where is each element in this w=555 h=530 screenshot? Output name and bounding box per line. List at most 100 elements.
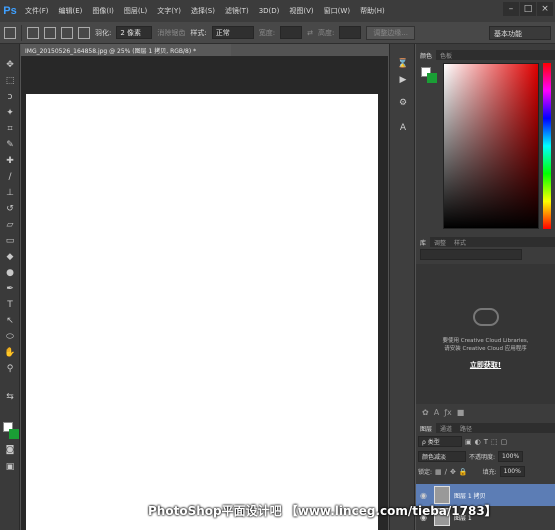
intersect-selection-icon[interactable] [78,26,90,39]
tools-panel: ✥ ⬚ ↄ ✦ ⌗ ✎ ✚ ∕ ⊥ ↺ ▱ ▭ ◆ ● ✒ T ↖ ⬭ ✋ ⚲ … [0,44,20,530]
eraser-tool-icon[interactable]: ▱ [4,220,16,231]
blend-mode-select[interactable]: 颜色减淡 [418,451,466,462]
feather-input[interactable]: 2 像素 [116,26,153,39]
layer-filter-select[interactable]: ρ 类型 [418,436,462,447]
blur-tool-icon[interactable]: ◆ [4,252,16,263]
menu-select[interactable]: 选择(S) [186,6,220,16]
menu-image[interactable]: 图像(I) [87,6,119,16]
dodge-tool-icon[interactable]: ● [4,268,16,279]
path-selection-tool-icon[interactable]: ↖ [4,316,16,327]
hand-tool-icon[interactable]: ✋ [4,348,16,359]
refine-edge-button[interactable]: 调整边缘... [366,25,415,40]
height-input[interactable] [339,26,362,39]
properties-panel-icon[interactable]: ⚙ [397,97,409,109]
layer-name: 图层 1 拷贝 [454,492,486,500]
gradient-tool-icon[interactable]: ▭ [4,236,16,247]
swap-icon[interactable]: ⇄ [307,29,313,37]
lock-image-icon[interactable]: ∕ [445,468,447,476]
character-panel-icon[interactable]: A [397,122,409,134]
tab-color[interactable]: 颜色 [416,50,437,60]
menu-window[interactable]: 窗口(W) [319,6,355,16]
add-layer-style-icon[interactable]: ƒx [444,408,452,418]
subtract-selection-icon[interactable] [61,26,73,39]
brush-tool-icon[interactable]: ∕ [4,172,16,183]
menu-layer[interactable]: 图层(L) [119,6,152,16]
type-tool-icon[interactable]: T [4,300,16,311]
actions-panel-icon[interactable]: ▶ [397,74,409,86]
creative-cloud-icon [473,308,499,326]
tab-swatches[interactable]: 色板 [436,50,456,60]
menu-type[interactable]: 文字(Y) [152,6,186,16]
add-color-icon[interactable]: ■ [457,408,465,418]
menu-view[interactable]: 视图(V) [284,6,318,16]
width-input[interactable] [280,26,303,39]
tab-libraries[interactable]: 库 [416,237,431,247]
menu-edit[interactable]: 编辑(E) [54,6,88,16]
swap-colors-icon[interactable]: ⇆ [4,392,16,403]
eyedropper-tool-icon[interactable]: ✎ [4,140,16,151]
screen-mode-icon[interactable]: ▣ [4,462,16,473]
opacity-input[interactable]: 100% [498,451,524,462]
filter-pixel-icon[interactable]: ▣ [465,438,472,446]
filter-smart-icon[interactable]: ▢ [501,438,508,446]
layers-panel-tabs: 图层 通道 路径 [416,423,555,433]
quick-mask-icon[interactable]: ◙ [4,445,16,456]
add-text-style-icon[interactable]: A [434,408,439,418]
new-selection-icon[interactable] [27,26,39,39]
antialias-checkbox[interactable]: 消除锯齿 [157,28,185,38]
marquee-tool-icon[interactable]: ⬚ [4,76,16,87]
color-picker-field[interactable] [443,63,539,229]
hue-slider[interactable] [543,63,551,229]
fill-input[interactable]: 100% [499,466,525,477]
pen-tool-icon[interactable]: ✒ [4,284,16,295]
tab-paths[interactable]: 路径 [456,423,476,433]
workspace-select[interactable]: 基本功能 [489,26,551,40]
fill-label: 填充: [482,469,497,476]
panel-background-swatch[interactable] [427,73,437,83]
tab-adjustments[interactable]: 调整 [430,237,450,247]
zoom-tool-icon[interactable]: ⚲ [4,364,16,375]
shape-tool-icon[interactable]: ⬭ [4,332,16,343]
menu-filter[interactable]: 滤镜(T) [220,6,254,16]
library-select[interactable] [420,249,522,260]
crop-tool-icon[interactable]: ⌗ [4,124,16,135]
minimize-button[interactable]: – [503,2,519,16]
filter-adjust-icon[interactable]: ◐ [475,438,481,446]
tab-channels[interactable]: 通道 [436,423,456,433]
restore-button[interactable]: □ [520,2,536,16]
magic-wand-tool-icon[interactable]: ✦ [4,108,16,119]
filter-type-icon[interactable]: T [484,438,488,446]
feather-label: 羽化: [95,28,112,37]
library-panel-body: 要使用 Creative Cloud Libraries, 请安装 Creati… [416,264,555,404]
menu-3d[interactable]: 3D(D) [254,7,285,15]
history-brush-tool-icon[interactable]: ↺ [4,204,16,215]
background-color-swatch[interactable] [9,429,19,439]
menu-help[interactable]: 帮助(H) [355,6,390,16]
canvas[interactable] [26,94,378,530]
tab-styles[interactable]: 样式 [450,237,470,247]
style-select[interactable]: 正常 [211,26,254,39]
lock-all-icon[interactable]: 🔒 [459,468,468,476]
healing-tool-icon[interactable]: ✚ [4,156,16,167]
lock-position-icon[interactable]: ✥ [450,468,456,476]
add-graphic-icon[interactable]: ✿ [422,408,429,418]
tab-layers[interactable]: 图层 [416,423,437,433]
lasso-tool-icon[interactable]: ↄ [4,92,16,103]
stamp-tool-icon[interactable]: ⊥ [4,188,16,199]
eye-icon[interactable]: ◉ [420,491,430,500]
lock-transparent-icon[interactable]: ▦ [435,468,442,476]
history-panel-icon[interactable]: ⌛ [397,58,409,70]
add-selection-icon[interactable] [44,26,56,39]
height-label: 高度: [317,28,335,37]
get-it-now-link[interactable]: 立即获取! [416,360,555,370]
width-label: 宽度: [258,28,276,37]
move-tool-icon[interactable]: ✥ [4,60,16,71]
menu-bar: Ps 文件(F) 编辑(E) 图像(I) 图层(L) 文字(Y) 选择(S) 滤… [0,0,555,22]
close-button[interactable]: × [537,2,553,16]
cc-message-line1: 要使用 Creative Cloud Libraries, [442,338,529,344]
document-tab[interactable]: IMG_20150526_164858.jpg @ 25% (图层 1 拷贝, … [21,44,231,56]
filter-shape-icon[interactable]: ⬚ [491,438,498,446]
menu-file[interactable]: 文件(F) [20,6,54,16]
rect-marquee-icon[interactable] [4,26,16,39]
right-panels: 颜色 色板 库 调整 样式 要使用 Creative Cloud Librari… [416,44,555,530]
